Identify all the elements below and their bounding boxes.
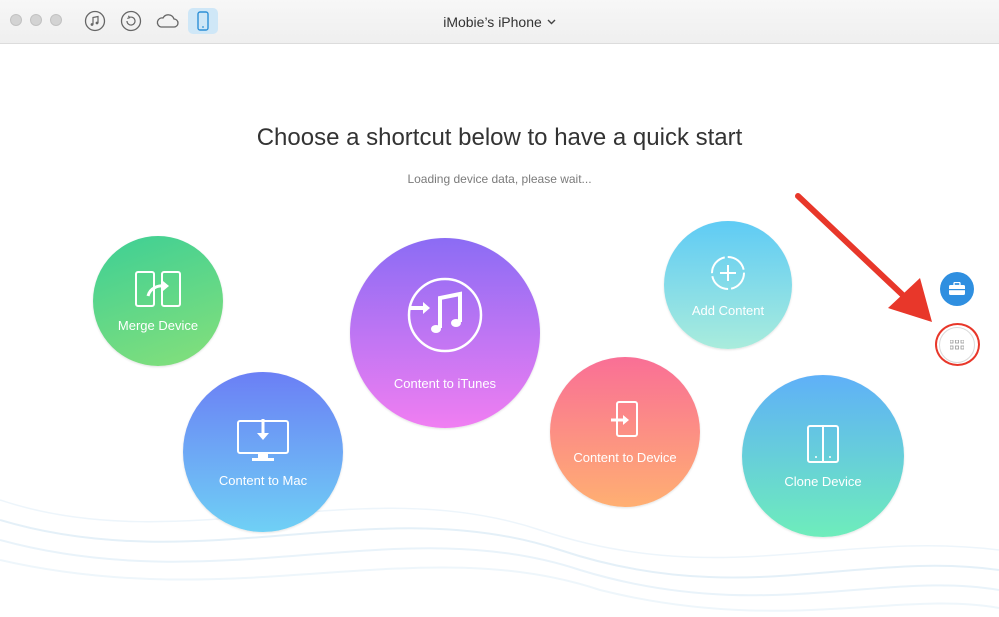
add-content-icon [711,255,745,290]
clone-device-label: Clone Device [784,473,862,489]
toolbox-button[interactable] [940,272,974,306]
iphone-device-button[interactable] [188,8,218,34]
clone-device-button[interactable]: Clone Device [742,375,904,537]
itunes-transfer-icon [407,277,483,352]
device-import-icon [611,400,638,437]
app-grid-button[interactable] [939,327,975,363]
backup-restore-icon [120,10,142,32]
content-to-device-label: Content to Device [573,449,677,465]
annotation-arrow-icon [795,193,932,322]
device-selector: iMobie’s iPhone [0,0,999,44]
close-window-button[interactable] [10,14,22,26]
content-to-itunes-button[interactable]: Content to iTunes [350,238,540,428]
content-to-mac-label: Content to Mac [218,472,308,488]
icloud-icon [156,14,179,28]
merge-device-label: Merge Device [117,317,199,333]
merge-device-icon [135,270,181,307]
minimize-window-button[interactable] [30,14,42,26]
page-title: Choose a shortcut below to have a quick … [256,124,743,151]
content-to-mac-button[interactable]: Content to Mac [183,372,343,532]
content-to-itunes-label: Content to iTunes [393,375,497,391]
icloud-button[interactable] [152,8,182,34]
device-name[interactable]: iMobie’s iPhone [443,14,542,30]
iphone-icon [197,11,209,31]
add-content-label: Add Content [691,302,765,318]
add-content-button[interactable]: Add Content [664,221,792,349]
itunes-library-button[interactable] [80,8,110,34]
itunes-icon [84,10,106,32]
content-to-device-button[interactable]: Content to Device [550,357,700,507]
grid-icon [950,340,964,350]
zoom-window-button[interactable] [50,14,62,26]
backup-button[interactable] [116,8,146,34]
loading-status: Loading device data, please wait... [407,172,592,186]
title-bar: iMobie’s iPhone [0,0,999,44]
toolbox-icon [949,282,965,295]
merge-device-button[interactable]: Merge Device [93,236,223,366]
clone-device-icon [807,424,839,463]
mac-monitor-icon [237,418,289,461]
chevron-down-icon[interactable] [547,19,556,25]
